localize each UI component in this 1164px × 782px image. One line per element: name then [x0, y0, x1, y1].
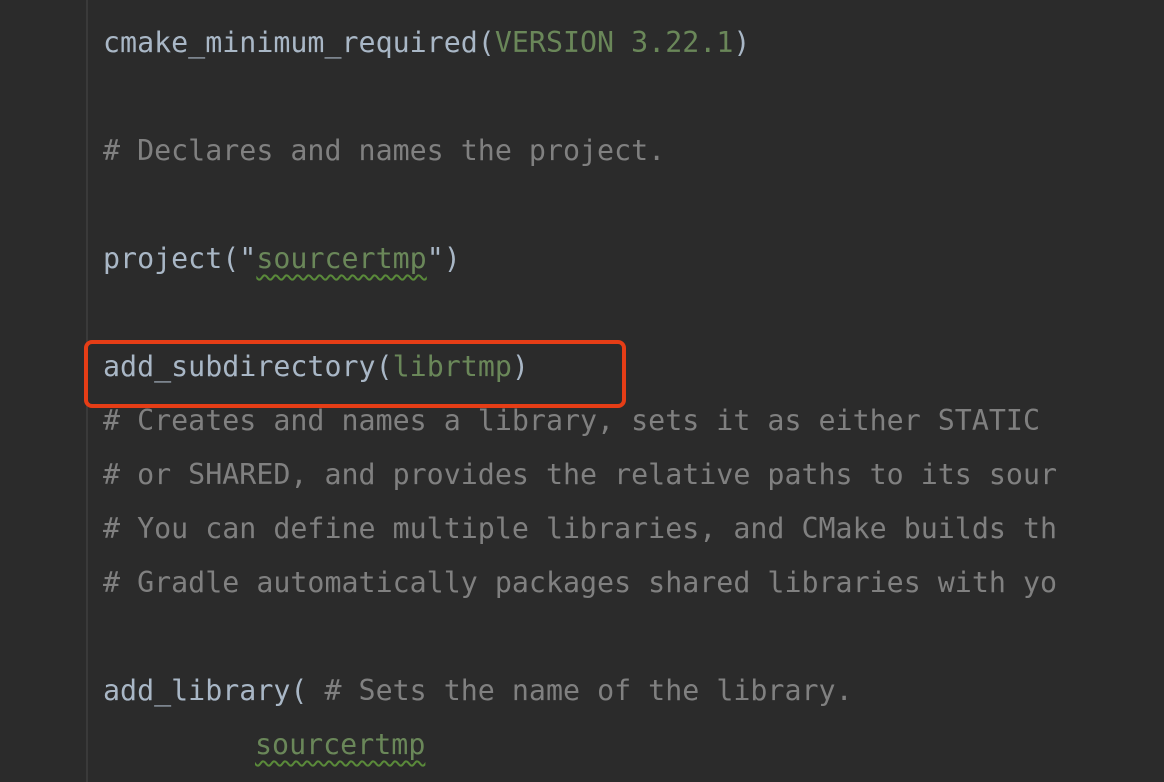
- code-token: # Declares and names the project.: [103, 134, 666, 167]
- code-line[interactable]: add_library( # Sets the name of the libr…: [103, 664, 1057, 718]
- code-line[interactable]: # Creates and names a library, sets it a…: [103, 394, 1057, 448]
- code-token: ): [733, 26, 751, 59]
- code-token: add_subdirectory: [103, 350, 376, 383]
- code-line[interactable]: # or SHARED, and provides the relative p…: [103, 448, 1057, 502]
- code-line[interactable]: project("sourcertmp"): [103, 232, 1057, 286]
- code-token: sourcertmp: [255, 728, 426, 761]
- code-token: ): [511, 350, 529, 383]
- code-token: VERSION 3.22.1: [494, 26, 734, 59]
- code-token: cmake_minimum_required: [103, 26, 478, 59]
- code-line[interactable]: # Gradle automatically packages shared l…: [103, 556, 1057, 610]
- code-line[interactable]: # You can define multiple libraries, and…: [103, 502, 1057, 556]
- code-line[interactable]: sourcertmp: [103, 718, 1057, 772]
- editor-gutter: [0, 0, 86, 782]
- indent-guide: [86, 0, 88, 782]
- code-token: # Gradle automatically packages shared l…: [103, 566, 1058, 599]
- code-line[interactable]: [103, 70, 1057, 124]
- code-token: # or SHARED, and provides the relative p…: [103, 458, 1058, 491]
- code-line[interactable]: [103, 286, 1057, 340]
- code-line[interactable]: cmake_minimum_required(VERSION 3.22.1): [103, 16, 1057, 70]
- code-token: (: [477, 26, 495, 59]
- code-token: # You can define multiple libraries, and…: [103, 512, 1058, 545]
- code-line[interactable]: [103, 178, 1057, 232]
- code-token: project: [103, 242, 223, 275]
- code-token: # Sets the name of the library.: [324, 674, 853, 707]
- code-line[interactable]: add_subdirectory(librtmp): [103, 340, 1057, 394]
- code-line[interactable]: [103, 610, 1057, 664]
- code-token: (: [290, 674, 325, 707]
- code-area[interactable]: cmake_minimum_required(VERSION 3.22.1) #…: [103, 16, 1057, 772]
- code-line[interactable]: # Declares and names the project.: [103, 124, 1057, 178]
- code-token: add_library: [103, 674, 291, 707]
- code-token: # Creates and names a library, sets it a…: [103, 404, 1040, 437]
- code-token: (": [222, 242, 257, 275]
- code-token: sourcertmp: [256, 242, 427, 275]
- code-editor[interactable]: cmake_minimum_required(VERSION 3.22.1) #…: [0, 0, 1164, 782]
- code-token: (: [375, 350, 393, 383]
- code-token: "): [426, 242, 461, 275]
- code-token: librtmp: [392, 350, 512, 383]
